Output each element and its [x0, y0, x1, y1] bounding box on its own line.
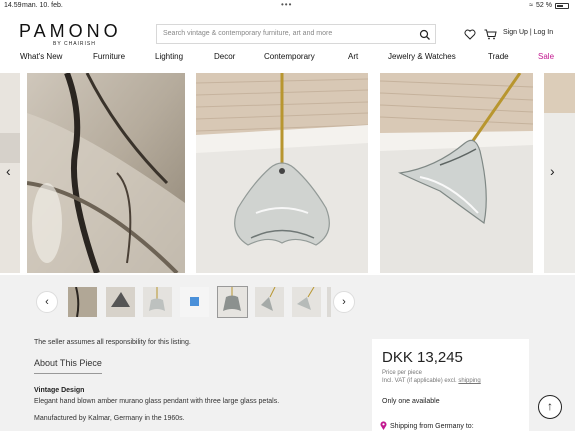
search-bar[interactable]: Search vintage & contemporary furniture,… — [156, 24, 436, 44]
vat-text: Incl. VAT (if applicable) excl. — [382, 378, 457, 384]
battery-icon — [555, 2, 569, 9]
thumbnail-6[interactable] — [255, 287, 284, 317]
location-pin-icon — [380, 421, 387, 431]
product-gallery: ‹ › — [0, 73, 575, 275]
nav-furniture[interactable]: Furniture — [93, 52, 125, 61]
multitask-dots[interactable]: ••• — [281, 0, 292, 9]
thumbnail-3[interactable] — [143, 287, 172, 317]
nav-whats-new[interactable]: What's New — [20, 52, 62, 61]
seller-disclaimer: The seller assumes all responsibility fo… — [34, 339, 191, 346]
arrow-up-icon: ↑ — [547, 399, 553, 413]
nav-decor[interactable]: Decor — [214, 52, 235, 61]
status-right: ≈ 52 % — [529, 2, 569, 9]
auth-separator: | — [529, 29, 532, 36]
status-bar: 14.59 man. 10. feb. ••• ≈ 52 % — [0, 0, 575, 12]
nav-sale[interactable]: Sale — [538, 52, 554, 61]
shipping-row[interactable]: Shipping from Germany to: — [380, 421, 474, 431]
nav-art[interactable]: Art — [348, 52, 358, 61]
scroll-to-top-button[interactable]: ↑ — [538, 395, 562, 419]
status-date: man. 10. feb. — [22, 2, 63, 9]
wifi-icon: ≈ — [529, 2, 534, 9]
battery-percent: 52 % — [536, 2, 552, 9]
thumbnail-5[interactable] — [217, 286, 248, 318]
thumbs-prev-button[interactable]: ‹ — [36, 291, 58, 313]
search-icon[interactable] — [419, 28, 431, 46]
search-input[interactable]: Search vintage & contemporary furniture,… — [163, 30, 332, 37]
main-nav: What's New Furniture Lighting Decor Cont… — [0, 52, 575, 64]
cart-icon[interactable] — [484, 27, 497, 45]
sign-up-link[interactable]: Sign Up — [503, 29, 528, 36]
price-value: DKK 13,245 — [382, 349, 463, 366]
section-title: Vintage Design — [34, 387, 85, 394]
thumbs-next-button[interactable]: › — [333, 291, 355, 313]
gallery-next-arrow[interactable]: › — [550, 163, 555, 179]
about-heading: About This Piece — [34, 358, 102, 368]
vat-note: Incl. VAT (if applicable) excl. shipping — [382, 378, 481, 384]
price-per-label: Price per piece — [382, 370, 423, 376]
log-in-link[interactable]: Log In — [534, 29, 553, 36]
thumbnail-4[interactable] — [180, 287, 209, 317]
nav-lighting[interactable]: Lighting — [155, 52, 183, 61]
thumbnail-2[interactable] — [106, 287, 135, 317]
nav-contemporary[interactable]: Contemporary — [264, 52, 315, 61]
nav-trade[interactable]: Trade — [488, 52, 509, 61]
auth-links: Sign Up | Log In — [503, 29, 553, 36]
item-manufacture: Manufactured by Kalmar, Germany in the 1… — [34, 415, 185, 422]
availability-text: Only one available — [382, 398, 440, 405]
logo-subtitle: BY CHAIRISH — [53, 41, 96, 47]
header-icons — [464, 27, 497, 45]
thumbnail-7[interactable] — [292, 287, 321, 317]
thumbnail-8[interactable] — [327, 287, 331, 317]
status-time: 14.59 — [4, 2, 22, 9]
gallery-image-angled[interactable] — [380, 73, 533, 273]
thumbnail-1[interactable] — [68, 287, 97, 317]
gallery-image-closeup[interactable] — [27, 73, 185, 273]
nav-jewelry-watches[interactable]: Jewelry & Watches — [388, 52, 456, 61]
gallery-image-partial-right[interactable] — [544, 73, 575, 273]
heart-icon[interactable] — [464, 27, 476, 45]
price-card: DKK 13,245 Price per piece Incl. VAT (if… — [372, 339, 529, 431]
gallery-prev-arrow[interactable]: ‹ — [6, 163, 11, 179]
shipping-text: Shipping from Germany to: — [390, 423, 474, 430]
logo-wordmark: PAMONO — [19, 21, 122, 41]
gallery-image-front[interactable] — [196, 73, 368, 273]
shipping-link[interactable]: shipping — [458, 378, 480, 384]
about-underline — [34, 373, 102, 374]
item-description: Elegant hand blown amber murano glass pe… — [34, 398, 280, 405]
pamono-logo[interactable]: PAMONO BY CHAIRISH — [19, 21, 122, 47]
